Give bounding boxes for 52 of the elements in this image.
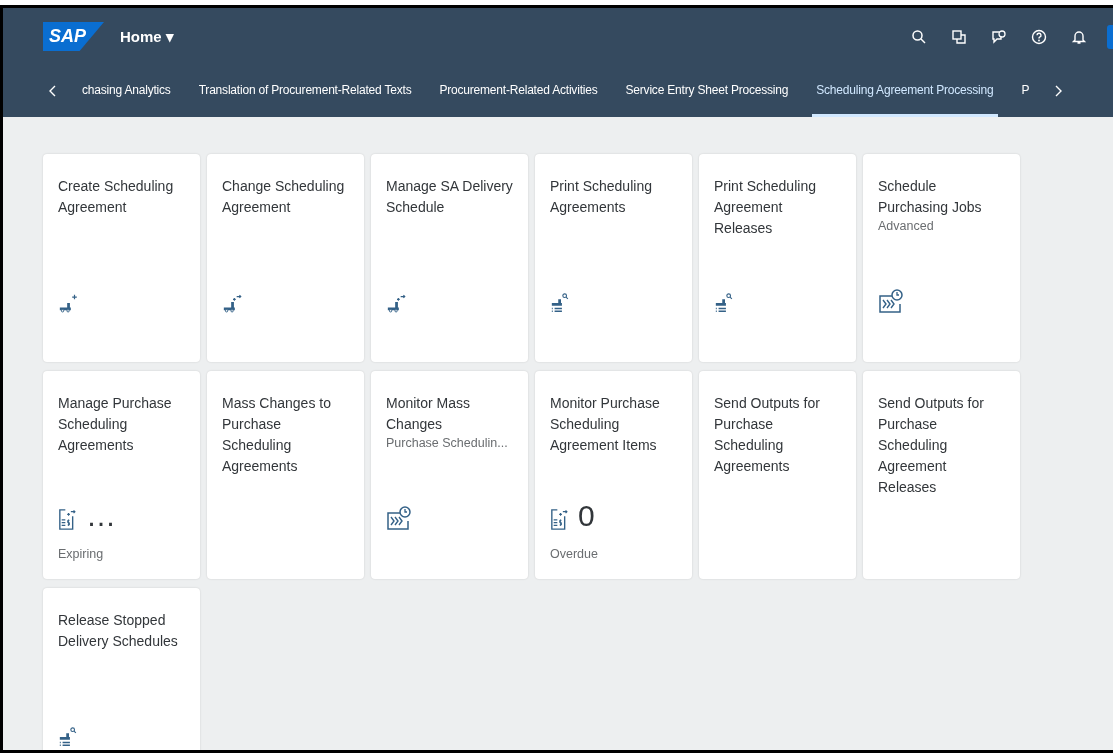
anchor-tab[interactable]: P: [1017, 65, 1034, 117]
tile-title: Print Scheduling Agreement Releases: [714, 177, 817, 238]
app-tile[interactable]: Manage SA Delivery Schedule: [371, 154, 528, 362]
app-tile[interactable]: Schedule Purchasing Jobs Advanced: [863, 154, 1020, 362]
tile-title: Monitor Mass Changes: [386, 394, 472, 434]
app-tile[interactable]: Create Scheduling Agreement: [43, 154, 200, 362]
squares-icon[interactable]: [951, 28, 967, 45]
app-tile[interactable]: Send Outputs for Purchase Scheduling Agreement Releases: [863, 371, 1020, 579]
tile-title: Print Scheduling Agreements: [550, 177, 653, 217]
anchor-tab[interactable]: Procurement-Related Activities: [435, 65, 602, 117]
tile-subtitle: Purchase Schedulin...: [386, 435, 509, 452]
truck-arrows-icon: [386, 292, 408, 314]
tile-number: …: [86, 501, 116, 531]
app-tile[interactable]: Change Scheduling Agreement: [207, 154, 364, 362]
tile-title: Change Scheduling Agreement: [222, 177, 346, 217]
tile-title: Mass Changes to Purchase Scheduling Agreements: [222, 394, 332, 476]
app-tile[interactable]: Manage Purchase Scheduling Agreements … Expiring: [43, 371, 200, 579]
sap-logo[interactable]: SAP: [43, 22, 104, 51]
search-icon[interactable]: [911, 28, 927, 45]
bell-icon[interactable]: [1071, 28, 1087, 45]
help-icon[interactable]: [1031, 28, 1047, 45]
truck-plus-icon: [58, 292, 80, 314]
app-tile[interactable]: Print Scheduling Agreements: [535, 154, 692, 362]
tile-title: Manage Purchase Scheduling Agreements: [58, 394, 173, 455]
tile-title: Release Stopped Delivery Schedules: [58, 611, 179, 651]
app-tile[interactable]: Monitor Purchase Scheduling Agreement Items 0 Overdue: [535, 371, 692, 579]
tile-footer: Overdue: [550, 547, 598, 561]
anchor-tab[interactable]: Service Entry Sheet Processing: [621, 65, 793, 117]
truck-arrows-icon: [222, 292, 244, 314]
tile-subtitle: Advanced: [878, 218, 935, 235]
tile-title: Monitor Purchase Scheduling Agreement Items: [550, 394, 661, 455]
tile-title: Manage SA Delivery Schedule: [386, 177, 514, 217]
tile-title: Send Outputs for Purchase Scheduling Agreement Releases: [878, 394, 985, 497]
tile-number: 0: [578, 501, 595, 531]
home-menu-button[interactable]: Home ▾: [120, 27, 174, 46]
chevrons-clock-icon: [878, 288, 904, 314]
app-tile[interactable]: Mass Changes to Purchase Scheduling Agreements: [207, 371, 364, 579]
app-tile[interactable]: Monitor Mass Changes Purchase Schedulin...: [371, 371, 528, 579]
chevron-right-icon[interactable]: [1053, 84, 1064, 98]
chat-bubble-icon[interactable]: [991, 28, 1007, 45]
tile-title: Send Outputs for Purchase Scheduling Agreements: [714, 394, 821, 476]
app-tile[interactable]: Send Outputs for Purchase Scheduling Agreements: [699, 371, 856, 579]
app-tile[interactable]: Print Scheduling Agreement Releases: [699, 154, 856, 362]
chevrons-clock-icon: [386, 505, 412, 531]
anchor-tab[interactable]: Scheduling Agreement Processing: [812, 65, 998, 117]
tile-title: Create Scheduling Agreement: [58, 177, 175, 217]
tile-title: Schedule Purchasing Jobs: [878, 177, 983, 217]
tile-footer: Expiring: [58, 547, 104, 561]
anchor-tab[interactable]: Translation of Procurement-Related Texts: [194, 65, 416, 117]
anchor-tab[interactable]: chasing Analytics: [78, 65, 175, 117]
app-tile[interactable]: Release Stopped Delivery Schedules: [43, 588, 200, 750]
chevron-left-icon[interactable]: [48, 84, 58, 98]
